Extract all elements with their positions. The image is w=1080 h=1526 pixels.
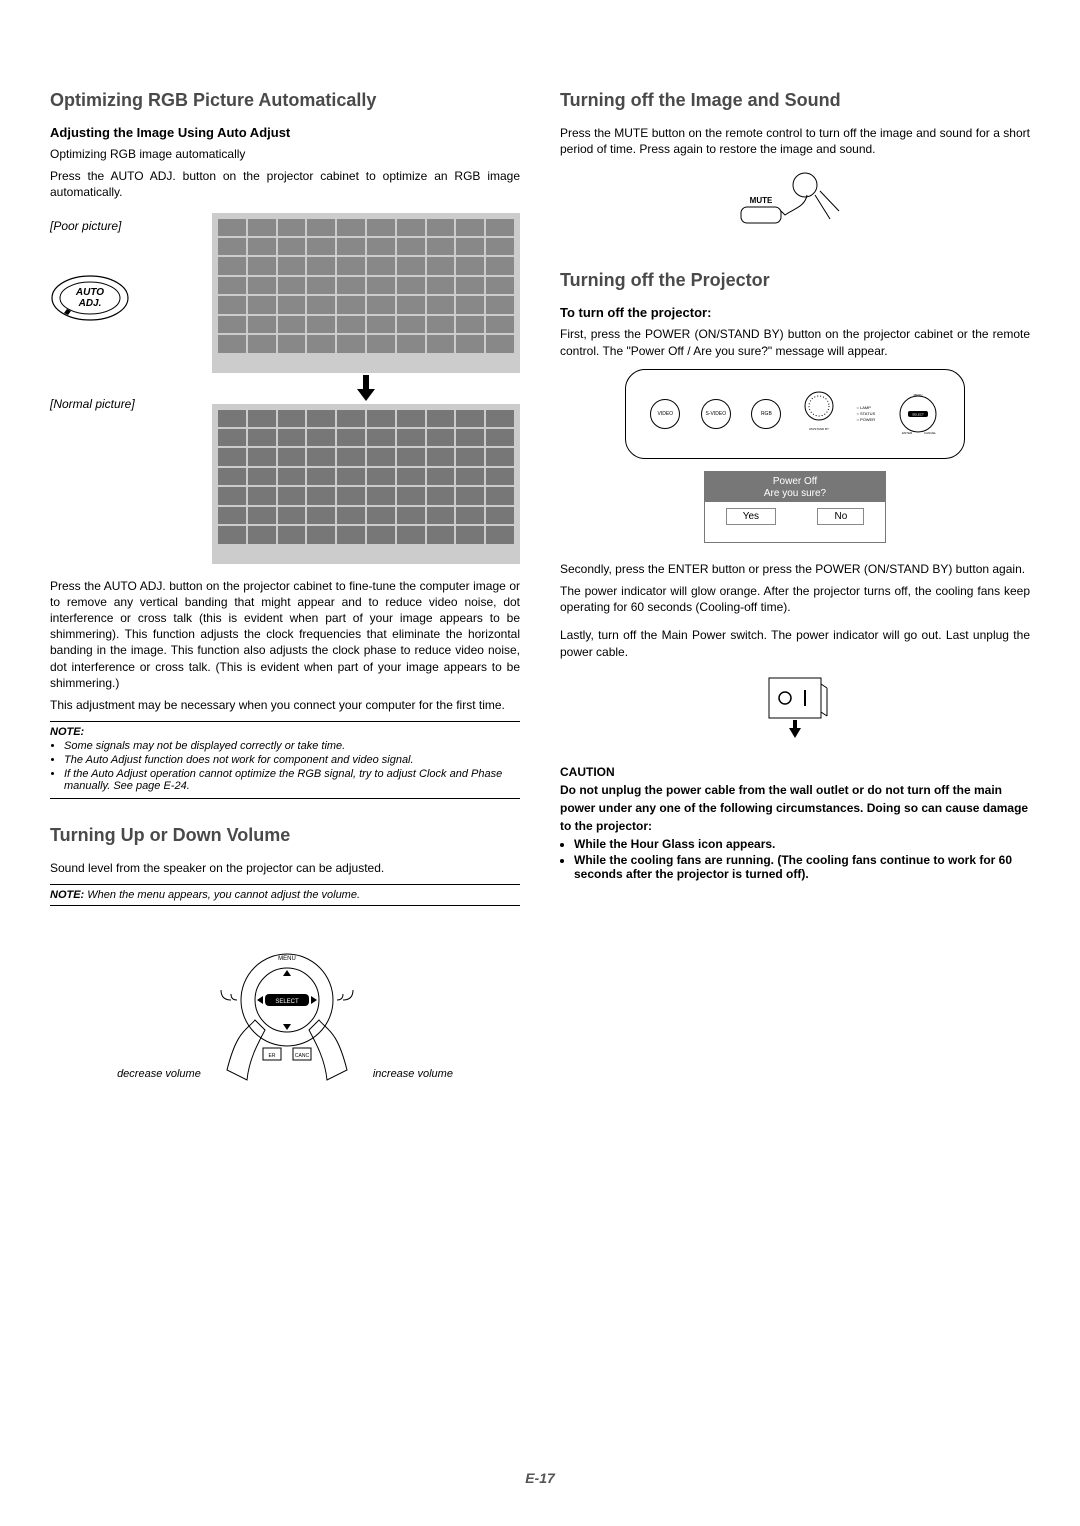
volume-figure: decrease volume SELECT MENU: [50, 930, 520, 1090]
text-mute-1: Press the MUTE button on the remote cont…: [560, 125, 1030, 157]
svg-text:MENU: MENU: [913, 393, 922, 397]
rgb-button: RGB: [751, 399, 781, 429]
power-label: POWER: [860, 417, 875, 422]
note-block-2: NOTE: When the menu appears, you cannot …: [50, 884, 520, 906]
increase-volume-label: increase volume: [373, 1068, 453, 1090]
heading-volume: Turning Up or Down Volume: [50, 825, 520, 846]
svg-text:SELECT: SELECT: [275, 999, 299, 1005]
note-block-1: NOTE: Some signals may not be displayed …: [50, 721, 520, 799]
dialog-line1: Power Off: [705, 476, 885, 488]
mute-figure: MUTE: [560, 167, 1030, 242]
caution-list: While the Hour Glass icon appears. While…: [560, 837, 1030, 881]
mute-label: MUTE: [750, 196, 773, 205]
text-optimizing-2: Press the AUTO ADJ. button on the projec…: [50, 168, 520, 200]
main-power-switch-figure: [560, 670, 1030, 745]
dialog-line2: Are you sure?: [705, 488, 885, 500]
svg-text:ENTER: ENTER: [902, 431, 913, 435]
heading-optimizing: Optimizing RGB Picture Automatically: [50, 90, 520, 111]
svg-text:ON/STAND BY: ON/STAND BY: [809, 427, 829, 431]
svideo-label: S-VIDEO: [706, 411, 727, 417]
svg-text:MENU: MENU: [278, 956, 296, 962]
rgb-label: RGB: [761, 411, 772, 417]
dialog-buttons: Yes No: [705, 502, 885, 531]
select-dial-icon: SELECT MENU ER: [207, 930, 367, 1090]
caution-text: Do not unplug the power cable from the w…: [560, 783, 1028, 833]
yes-button: Yes: [726, 508, 776, 525]
no-button: No: [817, 508, 864, 525]
poor-picture-label: [Poor picture] AUTO ADJ.: [50, 213, 200, 323]
projector-panel-illustration: VIDEO S-VIDEO RGB ON/STAND BY ○ LAMP ○ S…: [625, 369, 965, 459]
caution-block: CAUTION Do not unplug the power cable fr…: [560, 763, 1030, 881]
caution-title: CAUTION: [560, 765, 615, 779]
decrease-volume-label: decrease volume: [117, 1068, 201, 1090]
caution-item: While the Hour Glass icon appears.: [574, 837, 1030, 851]
note2-body: When the menu appears, you cannot adjust…: [87, 889, 360, 901]
two-column-layout: Optimizing RGB Picture Automatically Adj…: [50, 90, 1030, 1090]
left-column: Optimizing RGB Picture Automatically Adj…: [50, 90, 520, 1090]
note-title: NOTE:: [50, 726, 84, 738]
caution-item: While the cooling fans are running. (The…: [574, 853, 1030, 881]
text-optimizing-3: Press the AUTO ADJ. button on the projec…: [50, 578, 520, 691]
text-turnoff-2: Secondly, press the ENTER button or pres…: [560, 561, 1030, 577]
figure-normal-picture: [Normal picture]: [50, 377, 520, 564]
status-label: STATUS: [860, 411, 875, 416]
svideo-button: S-VIDEO: [701, 399, 731, 429]
sub-adjusting: Adjusting the Image Using Auto Adjust: [50, 125, 520, 140]
normal-picture-label: [Normal picture]: [50, 377, 200, 411]
text-turnoff-3: The power indicator will glow orange. Af…: [560, 583, 1030, 615]
figure-poor-picture: [Poor picture] AUTO ADJ.: [50, 213, 520, 373]
sub-turnoff: To turn off the projector:: [560, 305, 1030, 320]
note-item: If the Auto Adjust operation cannot opti…: [64, 768, 520, 792]
video-button: VIDEO: [650, 399, 680, 429]
auto-adj-button-icon: AUTO ADJ.: [50, 273, 130, 323]
svg-text:AUTO: AUTO: [75, 287, 104, 298]
poweroff-dialog: Power Off Are you sure? Yes No: [704, 471, 886, 543]
note-item: Some signals may not be displayed correc…: [64, 740, 520, 752]
menu-dial: SELECT MENU ENTER CANCEL: [896, 392, 940, 436]
note-list: Some signals may not be displayed correc…: [50, 740, 520, 792]
normal-screen-illustration: [212, 404, 520, 564]
svg-text:ADJ.: ADJ.: [78, 298, 102, 309]
manual-page: Optimizing RGB Picture Automatically Adj…: [0, 0, 1080, 1526]
svg-text:CANCEL: CANCEL: [924, 431, 937, 435]
text-optimizing-1: Optimizing RGB image automatically: [50, 146, 520, 162]
page-number: E-17: [50, 1470, 1030, 1486]
heading-mute: Turning off the Image and Sound: [560, 90, 1030, 111]
text-volume-1: Sound level from the speaker on the proj…: [50, 860, 520, 876]
power-button-group: ON/STAND BY: [802, 386, 836, 441]
indicator-labels: ○ LAMP ○ STATUS ○ POWER: [856, 405, 875, 422]
text-turnoff-4: Lastly, turn off the Main Power switch. …: [560, 627, 1030, 659]
svg-text:CANC: CANC: [295, 1053, 310, 1059]
svg-text:ER: ER: [268, 1053, 275, 1059]
svg-text:SELECT: SELECT: [912, 412, 924, 416]
poor-screen-illustration: [212, 213, 520, 373]
heading-turnoff: Turning off the Projector: [560, 270, 1030, 291]
right-column: Turning off the Image and Sound Press th…: [560, 90, 1030, 1090]
lamp-label: LAMP: [860, 405, 871, 410]
arrow-down-icon: [212, 373, 520, 408]
video-label: VIDEO: [657, 411, 673, 417]
note2-title: NOTE:: [50, 889, 84, 901]
normal-screen-wrap: [212, 377, 520, 564]
dialog-header: Power Off Are you sure?: [705, 472, 885, 502]
text-turnoff-1: First, press the POWER (ON/STAND BY) but…: [560, 326, 1030, 358]
note-item: The Auto Adjust function does not work f…: [64, 754, 520, 766]
poor-picture-caption: [Poor picture]: [50, 219, 121, 233]
text-optimizing-4: This adjustment may be necessary when yo…: [50, 697, 520, 713]
